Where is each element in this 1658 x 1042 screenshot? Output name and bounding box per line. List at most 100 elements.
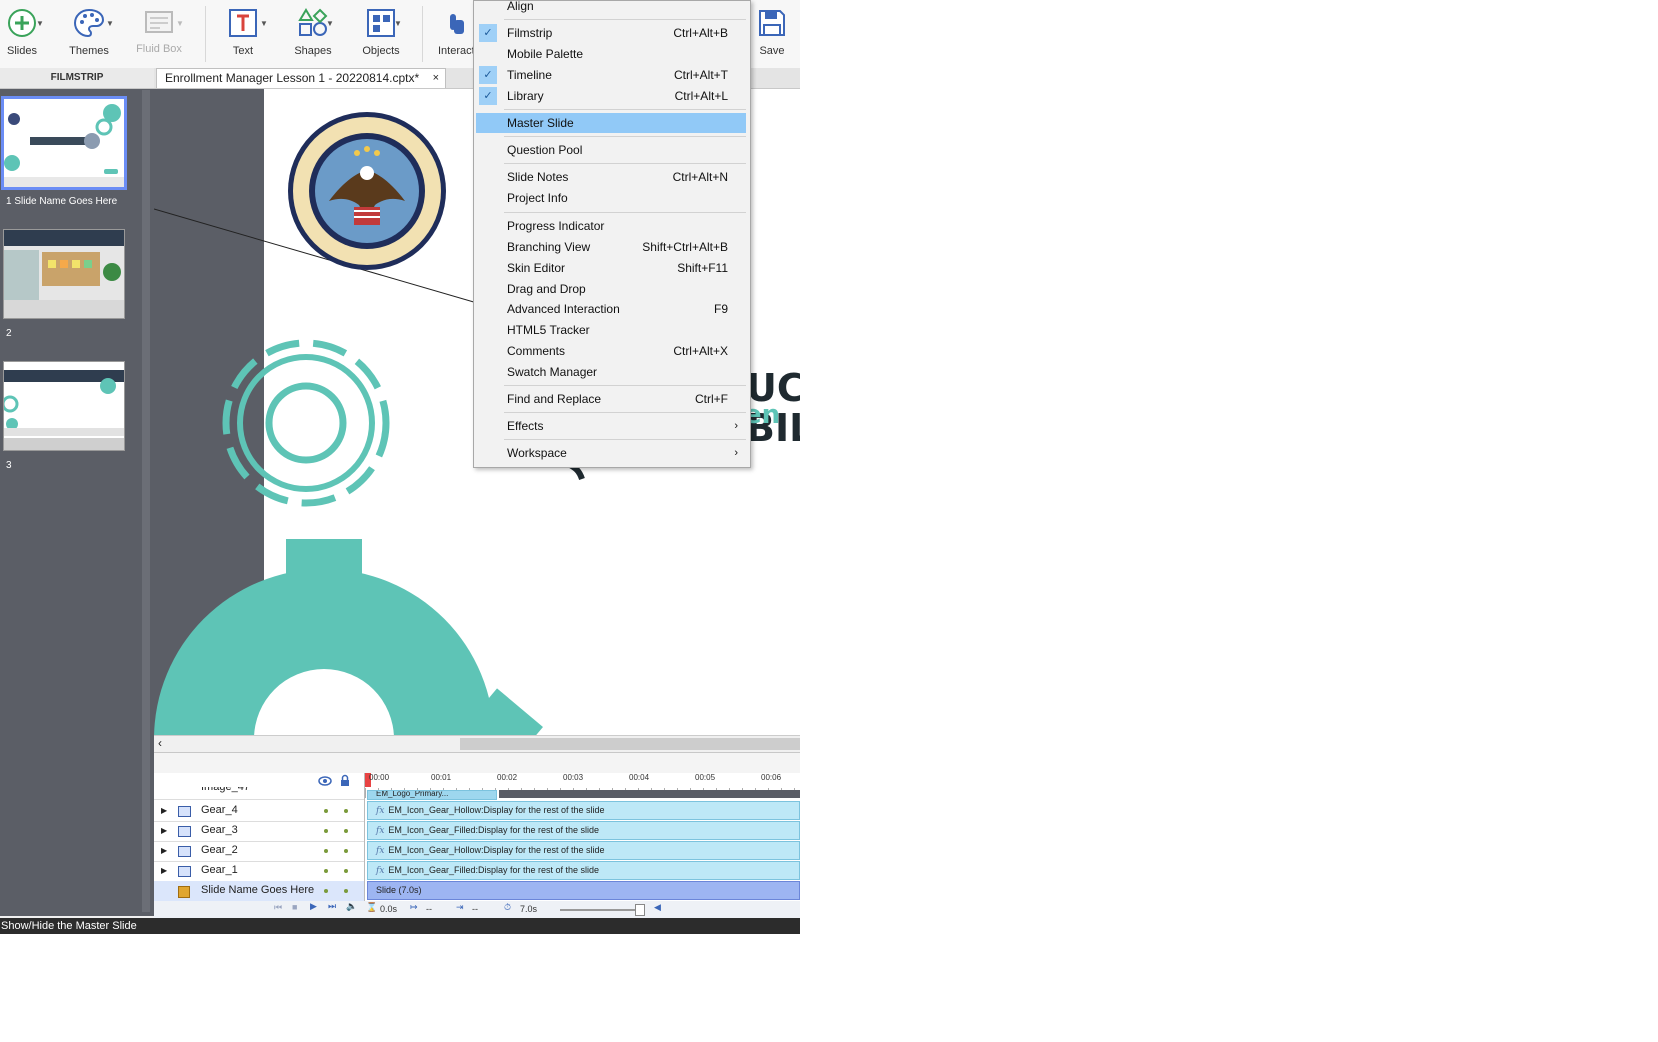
expand-arrow-icon[interactable]: ▶ [161,861,167,880]
shapes-button[interactable]: ▼ Shapes [288,0,338,66]
themes-button[interactable]: ▼ Themes [62,0,116,66]
visibility-dot[interactable] [324,849,328,853]
visibility-dot[interactable] [324,809,328,813]
menu-item-branching-view[interactable]: Branching View Shift+Ctrl+Alt+B [476,237,746,257]
timeline-bars: EM_Logo_Primary... fx EM_Icon_Gear_Hollow… [365,790,800,901]
menu-item-shortcut: Ctrl+F [695,392,728,406]
timeline-row[interactable]: Image_47 [154,787,364,800]
timeline-row[interactable]: ▶ Gear_1 [154,861,364,882]
lock-dot[interactable] [344,809,348,813]
lock-icon[interactable] [340,774,350,787]
document-tab-title: Enrollment Manager Lesson 1 - 20220814.c… [165,71,420,85]
menu-item-label: Drag and Drop [507,282,586,296]
stop-icon[interactable]: ■ [292,902,297,912]
menu-item-align[interactable]: Align [476,0,746,16]
slide-thumbnail-label: 2 [6,328,12,339]
timeline-bar[interactable]: fx EM_Icon_Gear_Hollow:Display for the re… [367,801,800,820]
palette-icon [72,6,106,40]
menu-item-label: Advanced Interaction [507,302,620,316]
timeline-bar-slide[interactable]: Slide (7.0s) [367,881,800,900]
menu-separator [504,212,746,213]
go-to-end-icon[interactable]: ⏭ [328,901,336,912]
document-tab[interactable]: Enrollment Manager Lesson 1 - 20220814.c… [156,68,446,88]
zoom-slider-track[interactable] [560,909,640,911]
timeline-bar-label: EM_Icon_Gear_Hollow:Display for the rest… [388,845,605,855]
menu-item-label: Library [507,89,544,103]
menu-item-mobile-palette[interactable]: Mobile Palette [476,44,746,64]
fluid-box-icon [142,6,176,40]
timeline-bar[interactable]: EM_Logo_Primary... [367,790,497,800]
zoom-arrow-icon[interactable]: ◀ [654,902,661,913]
slide-duration-value[interactable]: 7.0s [520,904,537,914]
fluid-box-button[interactable]: ▼ Fluid Box [132,0,186,66]
expand-arrow-icon[interactable]: ▶ [161,821,167,840]
visibility-dot[interactable] [324,869,328,873]
menu-item-label: Effects [507,419,544,433]
stage-horizontal-scrollbar[interactable]: ‹ [154,735,800,752]
slide-thumbnail-label: 1 Slide Name Goes Here [6,196,118,207]
current-time-value[interactable]: 0.0s [380,904,397,914]
eye-icon[interactable] [318,775,332,787]
menu-item-library[interactable]: ✓ Library Ctrl+Alt+L [476,86,746,106]
lock-dot[interactable] [344,869,348,873]
tick-label: 00:00 [369,773,390,782]
timeline-bar[interactable]: fx EM_Icon_Gear_Hollow:Display for the re… [367,841,800,860]
filmstrip-header: FILMSTRIP [0,68,154,89]
lock-dot[interactable] [344,849,348,853]
objects-button[interactable]: ▼ Objects [356,0,406,66]
text-button[interactable]: ▼ Text [218,0,268,66]
menu-item-master-slide[interactable]: Master Slide [476,113,746,133]
menu-item-slide-notes[interactable]: Slide Notes Ctrl+Alt+N [476,167,746,187]
interactions-button[interactable]: Interact [432,0,474,66]
menu-item-question-pool[interactable]: Question Pool [476,140,746,160]
timeline-bar[interactable]: fx EM_Icon_Gear_Filled:Display for the re… [367,861,800,880]
timeline-row[interactable]: ▶ Gear_4 [154,801,364,822]
scrollbar-thumb[interactable] [460,738,800,750]
menu-item-html5-tracker[interactable]: HTML5 Tracker [476,320,746,340]
menu-separator [504,19,746,20]
start-time-value[interactable]: -- [426,904,432,914]
close-tab-icon[interactable]: × [433,69,439,88]
layer-name: Gear_1 [201,864,238,876]
save-label: Save [759,45,785,57]
menu-item-project-info[interactable]: Project Info [476,188,746,208]
timeline-row[interactable]: ▶ Gear_2 [154,841,364,862]
play-icon[interactable]: ▶ [310,901,317,912]
menu-item-filmstrip[interactable]: ✓ Filmstrip Ctrl+Alt+B [476,23,746,43]
lock-dot[interactable] [344,829,348,833]
menu-item-label: Progress Indicator [507,219,605,233]
audio-icon[interactable]: 🔈 [346,901,357,912]
timeline-bar[interactable]: fx EM_Icon_Gear_Filled:Display for the re… [367,821,800,840]
slide-thumbnail-1[interactable] [1,96,127,190]
menu-item-find-and-replace[interactable]: Find and Replace Ctrl+F [476,389,746,409]
duration-value[interactable]: -- [472,904,478,914]
zoom-slider-handle[interactable] [635,904,645,916]
menu-item-skin-editor[interactable]: Skin Editor Shift+F11 [476,258,746,278]
timeline-row[interactable]: ▶ Gear_3 [154,821,364,842]
menu-item-label: Branching View [507,240,591,254]
filmstrip-scrollbar[interactable] [142,90,150,912]
go-to-start-icon[interactable]: ⏮ [274,902,282,913]
menu-item-drag-and-drop[interactable]: Drag and Drop [476,279,746,299]
menu-item-swatch-manager[interactable]: Swatch Manager [476,362,746,382]
menu-item-label: Mobile Palette [507,47,584,61]
menu-item-progress-indicator[interactable]: Progress Indicator [476,216,746,236]
menu-item-timeline[interactable]: ✓ Timeline Ctrl+Alt+T [476,65,746,85]
save-button[interactable]: Save [752,0,792,66]
timeline-row-slide[interactable]: Slide Name Goes Here [154,881,364,902]
expand-arrow-icon[interactable]: ▶ [161,841,167,860]
menu-item-effects[interactable]: Effects › [476,416,746,436]
slide-thumbnail-3[interactable] [3,361,125,451]
visibility-dot[interactable] [324,889,328,893]
menu-item-workspace[interactable]: Workspace › [476,443,746,463]
expand-arrow-icon[interactable]: ▶ [161,801,167,820]
slide-thumbnail-2[interactable] [3,229,125,319]
scroll-left-icon[interactable]: ‹ [158,736,162,750]
menu-item-comments[interactable]: Comments Ctrl+Alt+X [476,341,746,361]
menu-item-label: Project Info [507,191,568,205]
menu-item-advanced-interaction[interactable]: Advanced Interaction F9 [476,299,746,319]
lock-dot[interactable] [344,889,348,893]
visibility-dot[interactable] [324,829,328,833]
timeline-bar-label: EM_Icon_Gear_Filled:Display for the rest… [388,865,600,875]
slides-button[interactable]: ▼ Slides [0,0,44,66]
